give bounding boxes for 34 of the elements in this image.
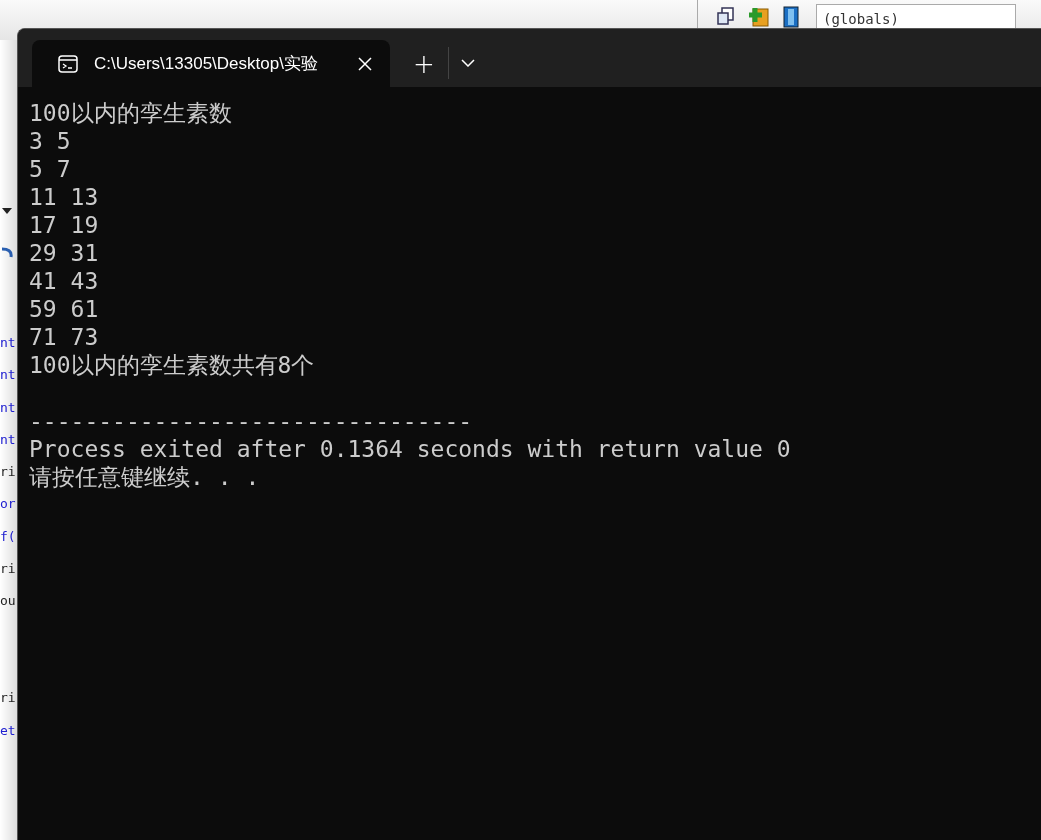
code-fragment: nt xyxy=(0,366,16,385)
output-line: 17 19 xyxy=(29,211,100,239)
code-fragment: or xyxy=(0,495,16,514)
chevron-down-icon[interactable] xyxy=(461,59,475,67)
code-fragment: nt xyxy=(0,334,16,352)
windows-icon[interactable] xyxy=(716,6,736,26)
terminal-icon xyxy=(58,54,78,73)
output-line: Process exited after 0.1364 seconds with return value 0 xyxy=(29,435,792,463)
code-fragment: et xyxy=(0,721,16,740)
tab-title: C:\Users\13305\Desktop\实验 xyxy=(94,53,319,75)
book-icon[interactable] xyxy=(782,6,800,28)
code-fragment: nt xyxy=(0,430,16,449)
caret-icon[interactable] xyxy=(2,208,12,214)
output-line: 41 43 xyxy=(29,267,100,295)
output-line: 请按任意键继续. . . xyxy=(29,463,261,491)
code-fragment: ri xyxy=(0,689,16,708)
add-icon[interactable] xyxy=(748,6,770,28)
output-line: -------------------------------- xyxy=(29,407,474,435)
output-line: 71 73 xyxy=(29,323,100,351)
code-fragment: ou xyxy=(0,592,16,611)
output-line: 29 31 xyxy=(29,239,100,267)
close-icon[interactable] xyxy=(358,56,372,71)
code-fragment: ri xyxy=(0,463,16,482)
terminal-tab[interactable]: C:\Users\13305\Desktop\实验 xyxy=(32,40,390,87)
output-line: 11 13 xyxy=(29,183,100,211)
code-fragment: f( xyxy=(0,527,16,546)
code-fragment: ri xyxy=(0,560,16,579)
output-line: 3 5 xyxy=(29,127,72,155)
output-line: 100以内的孪生素数 xyxy=(29,99,233,127)
output-line: 59 61 xyxy=(29,295,100,323)
code-fragment: nt xyxy=(0,398,16,417)
new-tab-button[interactable]: + xyxy=(404,40,444,87)
output-line: 5 7 xyxy=(29,155,72,183)
output-line: 100以内的孪生素数共有8个 xyxy=(29,351,316,379)
